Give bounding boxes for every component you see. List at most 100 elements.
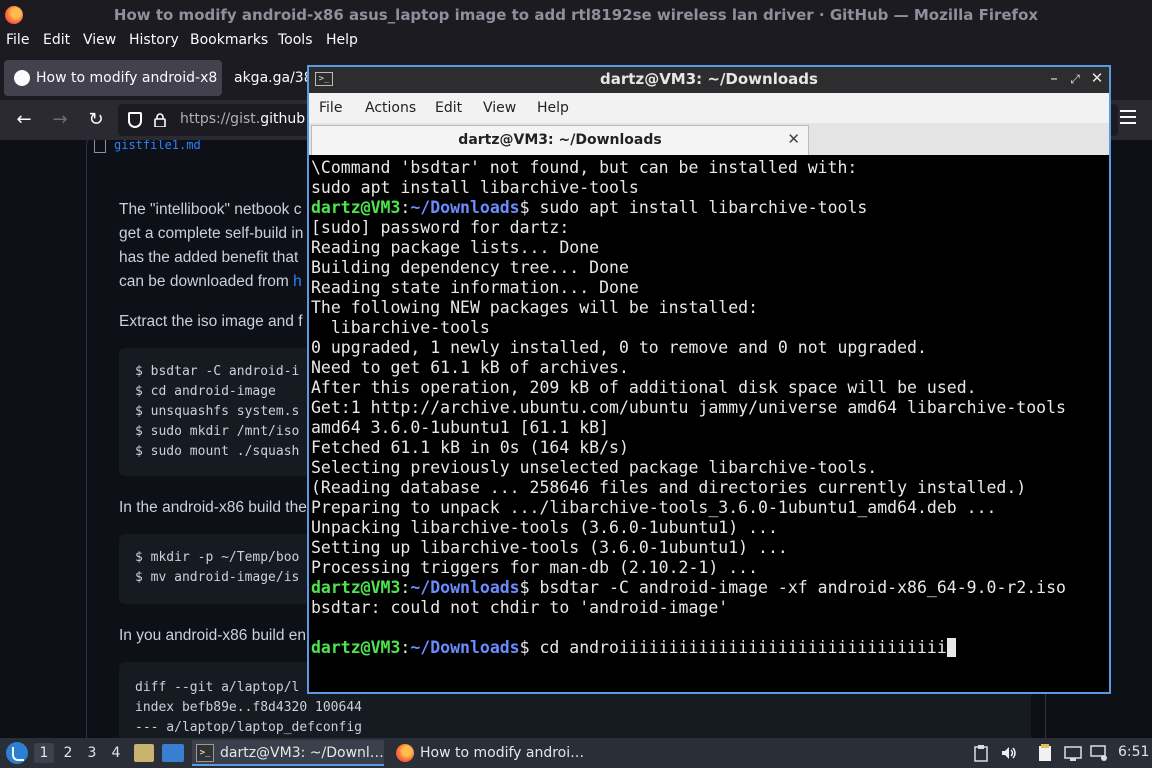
menu-edit[interactable]: Edit bbox=[43, 32, 70, 48]
volume-icon[interactable] bbox=[1000, 744, 1018, 762]
output-text: After this operation, 209 kB of addition… bbox=[311, 378, 977, 397]
menu-history[interactable]: History bbox=[129, 32, 179, 48]
terminal-titlebar[interactable]: >_ dartz@VM3: ~/Downloads – ⤢ ✕ bbox=[309, 67, 1109, 93]
output-text: amd64 3.6.0-1ubuntu1 [61.1 kB] bbox=[311, 418, 610, 437]
menu-tools[interactable]: Tools bbox=[278, 32, 313, 48]
menu-file[interactable]: File bbox=[6, 32, 29, 48]
tab-gist-label: How to modify android-x8 bbox=[36, 70, 218, 86]
command-text: $ bsdtar -C android-image -xf android-x8… bbox=[519, 578, 1066, 597]
terminal-line: Building dependency tree... Done bbox=[311, 258, 629, 278]
menu-view[interactable]: View bbox=[83, 32, 116, 48]
notes-icon[interactable] bbox=[1036, 744, 1054, 762]
prompt-path: ~/Downloads bbox=[410, 198, 520, 217]
maximize-icon[interactable]: ⤢ bbox=[1066, 72, 1084, 87]
terminal-line: 0 upgraded, 1 newly installed, 0 to remo… bbox=[311, 338, 927, 358]
code-line: $ sudo mkdir /mnt/iso bbox=[135, 424, 300, 439]
output-text: Need to get 61.1 kB of archives. bbox=[311, 358, 629, 377]
terminal-line: sudo apt install libarchive-tools bbox=[311, 178, 639, 198]
terminal-line: dartz@VM3:~/Downloads$ cd androiiiiiiiii… bbox=[311, 638, 956, 658]
download-link[interactable]: h bbox=[293, 273, 302, 290]
menu-bookmarks[interactable]: Bookmarks bbox=[190, 32, 268, 48]
tracking-shield-icon[interactable] bbox=[128, 112, 142, 128]
taskbar: 1 2 3 4 >_ dartz@VM3: ~/Downl… How to mo… bbox=[0, 738, 1152, 768]
file-manager-icon[interactable] bbox=[134, 744, 154, 762]
hamburger-menu-icon[interactable] bbox=[1120, 110, 1136, 124]
terminal-line: After this operation, 209 kB of addition… bbox=[311, 378, 977, 398]
network-manager-icon[interactable] bbox=[1090, 744, 1108, 762]
terminal-tab[interactable]: dartz@VM3: ~/Downloads ✕ bbox=[311, 125, 809, 155]
tab-akga[interactable]: akga.ga/38 bbox=[226, 60, 316, 96]
terminal-line: amd64 3.6.0-1ubuntu1 [61.1 kB] bbox=[311, 418, 609, 438]
task-firefox-label: How to modify androi… bbox=[420, 745, 585, 761]
code-line: $ cd android-image bbox=[135, 384, 276, 399]
network-icon[interactable] bbox=[1064, 744, 1082, 762]
output-text: Unpacking libarchive-tools (3.6.0-1ubunt… bbox=[311, 518, 778, 537]
terminal-menu-view[interactable]: View bbox=[483, 100, 516, 116]
workspace-2[interactable]: 2 bbox=[58, 743, 78, 763]
forward-arrow-icon[interactable]: → bbox=[48, 108, 72, 132]
tab-close-icon[interactable]: ✕ bbox=[787, 130, 800, 148]
workspace-1[interactable]: 1 bbox=[34, 743, 54, 763]
terminal-tab-label: dartz@VM3: ~/Downloads bbox=[458, 132, 662, 148]
terminal-line: [sudo] password for dartz: bbox=[311, 218, 569, 238]
show-desktop-icon[interactable] bbox=[162, 744, 184, 762]
firefox-menubar: File Edit View History Bookmarks Tools H… bbox=[0, 30, 1152, 54]
para1-line2: get a complete self-build in bbox=[119, 225, 304, 242]
workspace-4[interactable]: 4 bbox=[106, 743, 126, 763]
terminal-menu-edit[interactable]: Edit bbox=[435, 100, 462, 116]
firefox-window-title: How to modify android-x86 asus_laptop im… bbox=[113, 6, 1039, 24]
terminal-title: dartz@VM3: ~/Downloads bbox=[600, 70, 818, 88]
terminal-line: Reading state information... Done bbox=[311, 278, 639, 298]
text-cursor bbox=[946, 638, 956, 657]
menu-help[interactable]: Help bbox=[326, 32, 358, 48]
gist-file-name[interactable]: gistfile1.md bbox=[94, 140, 201, 153]
start-menu-icon[interactable] bbox=[6, 742, 28, 764]
clock[interactable]: 6:51 bbox=[1118, 744, 1149, 760]
terminal-line: libarchive-tools bbox=[311, 318, 490, 338]
reload-icon[interactable]: ↻ bbox=[84, 108, 108, 132]
terminal-icon: >_ bbox=[196, 744, 214, 762]
output-text: sudo apt install libarchive-tools bbox=[311, 178, 639, 197]
terminal-line: dartz@VM3:~/Downloads$ sudo apt install … bbox=[311, 198, 867, 218]
output-text: Setting up libarchive-tools (3.6.0-1ubun… bbox=[311, 538, 788, 557]
code-line: $ mv android-image/is bbox=[135, 570, 300, 585]
clipboard-icon[interactable] bbox=[972, 744, 990, 762]
terminal-line: Get:1 http://archive.ubuntu.com/ubuntu j… bbox=[311, 398, 1066, 418]
terminal-menu-help[interactable]: Help bbox=[537, 100, 569, 116]
task-firefox[interactable]: How to modify androi… bbox=[392, 740, 592, 766]
url-text: https://gist.github bbox=[180, 111, 306, 127]
terminal-line: Selecting previously unselected package … bbox=[311, 458, 877, 478]
terminal-line: Reading package lists... Done bbox=[311, 238, 599, 258]
close-icon[interactable]: ✕ bbox=[1088, 69, 1106, 87]
para1-line1: The "intellibook" netbook c bbox=[119, 201, 302, 218]
terminal-window[interactable]: >_ dartz@VM3: ~/Downloads – ⤢ ✕ File Act… bbox=[307, 65, 1111, 694]
output-text: Preparing to unpack .../libarchive-tools… bbox=[311, 498, 997, 517]
output-text: \Command 'bsdtar' not found, but can be … bbox=[311, 159, 858, 177]
output-text: Fetched 61.1 kB in 0s (164 kB/s) bbox=[311, 438, 629, 457]
output-text: Selecting previously unselected package … bbox=[311, 458, 878, 477]
terminal-line: Processing triggers for man-db (2.10.2-1… bbox=[311, 558, 758, 578]
terminal-line: Setting up libarchive-tools (3.6.0-1ubun… bbox=[311, 538, 788, 558]
github-icon bbox=[14, 70, 30, 86]
terminal-menubar: File Actions Edit View Help bbox=[309, 93, 1109, 123]
terminal-line: \Command 'bsdtar' not found, but can be … bbox=[311, 159, 857, 178]
code-line: $ unsquashfs system.s bbox=[135, 404, 300, 419]
para3: In the android-x86 build the bbox=[119, 499, 307, 516]
output-text: Building dependency tree... Done bbox=[311, 258, 629, 277]
tab-gist[interactable]: How to modify android-x8 bbox=[4, 60, 222, 96]
terminal-line: Need to get 61.1 kB of archives. bbox=[311, 358, 629, 378]
task-terminal[interactable]: >_ dartz@VM3: ~/Downl… bbox=[192, 740, 384, 766]
prompt-separator: : bbox=[400, 638, 411, 657]
terminal-line: dartz@VM3:~/Downloads$ bsdtar -C android… bbox=[311, 578, 1066, 598]
minimize-icon[interactable]: – bbox=[1045, 69, 1063, 87]
code-line: $ mkdir -p ~/Temp/boo bbox=[135, 550, 300, 565]
lock-icon[interactable] bbox=[154, 113, 166, 127]
firefox-icon bbox=[396, 744, 414, 762]
terminal-menu-actions[interactable]: Actions bbox=[365, 100, 416, 116]
workspace-3[interactable]: 3 bbox=[82, 743, 102, 763]
terminal-menu-file[interactable]: File bbox=[319, 100, 342, 116]
output-text: [sudo] password for dartz: bbox=[311, 218, 570, 237]
back-arrow-icon[interactable]: ← bbox=[12, 108, 36, 132]
para1-line3: has the added benefit that bbox=[119, 249, 299, 266]
terminal-output[interactable]: \Command 'bsdtar' not found, but can be … bbox=[311, 159, 1107, 690]
